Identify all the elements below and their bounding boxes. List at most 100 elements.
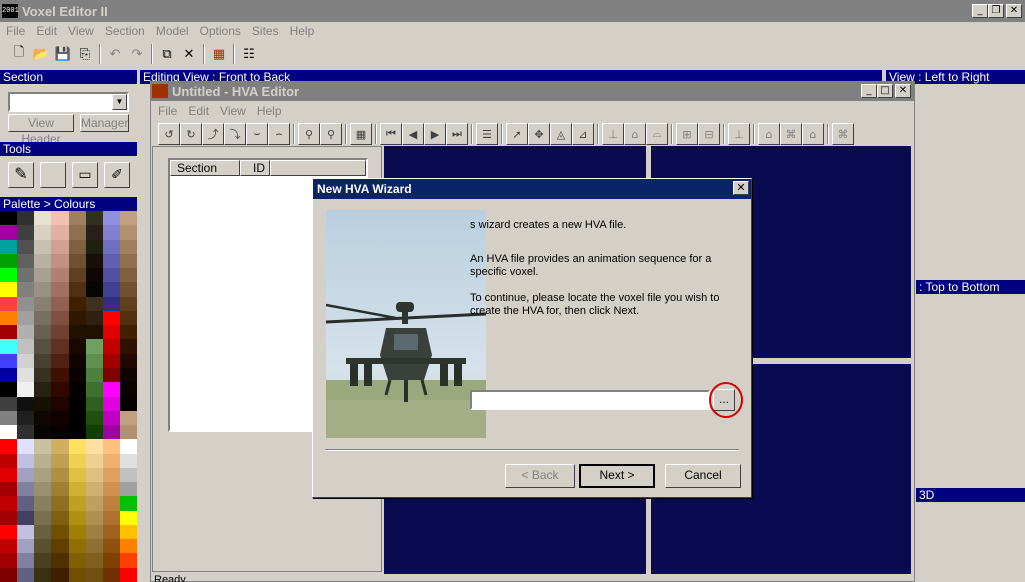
palette-swatch[interactable]: [68, 253, 86, 269]
palette-swatch[interactable]: [85, 268, 103, 283]
palette-swatch[interactable]: [68, 282, 86, 297]
palette-swatch[interactable]: [34, 325, 52, 340]
hva-menu-help[interactable]: Help: [257, 104, 282, 118]
palette-swatch[interactable]: [51, 496, 69, 511]
palette-swatch[interactable]: [102, 539, 120, 554]
palette-swatch[interactable]: [68, 353, 86, 368]
hva-close-button[interactable]: ✕: [895, 84, 911, 98]
palette-swatch[interactable]: [68, 296, 86, 311]
menu-model[interactable]: Model: [156, 24, 189, 38]
palette-swatch[interactable]: [102, 553, 120, 568]
palette-swatch[interactable]: [85, 410, 103, 426]
section-tool-1-icon[interactable]: ⊥: [602, 123, 624, 145]
palette-swatch[interactable]: [17, 510, 35, 525]
palette-swatch[interactable]: [0, 325, 18, 340]
palette-swatch[interactable]: [68, 510, 86, 525]
palette-swatch[interactable]: [119, 253, 137, 269]
palette-swatch[interactable]: [119, 325, 137, 340]
rotate-right-icon[interactable]: ↻: [180, 123, 202, 145]
turn-down-icon[interactable]: ⤵: [224, 123, 246, 145]
palette-swatch[interactable]: [51, 567, 69, 582]
palette-swatch[interactable]: [51, 253, 69, 269]
palette-swatch[interactable]: [85, 453, 103, 468]
palette-swatch[interactable]: [34, 425, 52, 440]
palette-swatch[interactable]: [0, 239, 18, 254]
hva-menu-edit[interactable]: Edit: [188, 104, 209, 118]
palette-swatch[interactable]: [0, 425, 18, 440]
palette-swatch[interactable]: [85, 510, 103, 525]
palette-swatch[interactable]: [68, 467, 86, 483]
palette-swatch[interactable]: [119, 467, 137, 483]
palette-swatch[interactable]: [102, 496, 120, 511]
copy-icon[interactable]: ⧉: [156, 43, 178, 65]
palette-swatch[interactable]: [34, 253, 52, 269]
palette-swatch[interactable]: [119, 239, 137, 254]
palette-swatch[interactable]: [17, 282, 35, 297]
palette-swatch[interactable]: [0, 496, 18, 511]
palette-swatch[interactable]: [0, 253, 18, 269]
palette-swatch[interactable]: [119, 524, 137, 540]
palette-swatch[interactable]: [0, 211, 18, 226]
palette-swatch[interactable]: [34, 225, 52, 240]
palette-swatch[interactable]: [68, 439, 86, 454]
palette-swatch[interactable]: [34, 510, 52, 525]
palette-swatch[interactable]: [17, 467, 35, 483]
palette-swatch[interactable]: [17, 553, 35, 568]
palette-swatch[interactable]: [51, 410, 69, 426]
palette-swatch[interactable]: [119, 425, 137, 440]
palette-swatch[interactable]: [0, 439, 18, 454]
properties-icon[interactable]: ☷: [238, 43, 260, 65]
palette-swatch[interactable]: [119, 396, 137, 411]
palette-swatch[interactable]: [85, 325, 103, 340]
rotate-left-icon[interactable]: ↺: [158, 123, 180, 145]
palette-swatch[interactable]: [102, 425, 120, 440]
palette-swatch[interactable]: [34, 367, 52, 383]
palette-swatch[interactable]: [34, 524, 52, 540]
palette-swatch[interactable]: [17, 396, 35, 411]
palette-swatch[interactable]: [102, 467, 120, 483]
palette-swatch[interactable]: [85, 439, 103, 454]
palette-swatch[interactable]: [34, 310, 52, 326]
palette-swatch[interactable]: [34, 382, 52, 397]
palette-tool-icon[interactable]: ▦: [208, 43, 230, 65]
palette-swatch[interactable]: [51, 539, 69, 554]
select-arrow-icon[interactable]: ➚: [506, 123, 528, 145]
palette-swatch[interactable]: [51, 325, 69, 340]
empty-tool-button[interactable]: [40, 162, 66, 188]
palette-swatch[interactable]: [102, 482, 120, 497]
palette-swatch[interactable]: [0, 310, 18, 326]
palette-swatch[interactable]: [0, 482, 18, 497]
palette-swatch[interactable]: [34, 467, 52, 483]
chevron-down-icon[interactable]: ▼: [112, 94, 127, 110]
menu-edit[interactable]: Edit: [36, 24, 57, 38]
palette-swatch[interactable]: [119, 567, 137, 582]
palette-swatch[interactable]: [0, 567, 18, 582]
move-icon[interactable]: ✥: [528, 123, 550, 145]
palette-swatch[interactable]: [68, 553, 86, 568]
section-tool-6-icon[interactable]: ⊥: [728, 123, 750, 145]
palette-swatch[interactable]: [85, 367, 103, 383]
palette-swatch[interactable]: [85, 524, 103, 540]
palette-swatch[interactable]: [17, 567, 35, 582]
palette-swatch[interactable]: [119, 410, 137, 426]
palette-swatch[interactable]: [17, 524, 35, 540]
dialog-close-button[interactable]: ✕: [733, 181, 749, 195]
palette-swatch[interactable]: [51, 453, 69, 468]
menu-sites[interactable]: Sites: [252, 24, 279, 38]
palette-swatch[interactable]: [34, 239, 52, 254]
palette-swatch[interactable]: [51, 382, 69, 397]
first-frame-icon[interactable]: ⏮: [380, 123, 402, 145]
palette-swatch[interactable]: [85, 310, 103, 326]
palette-swatch[interactable]: [68, 567, 86, 582]
palette-swatch[interactable]: [0, 396, 18, 411]
palette-swatch[interactable]: [85, 425, 103, 440]
pencil-tool-icon[interactable]: ✎: [8, 162, 34, 188]
scale-icon[interactable]: ◬: [550, 123, 572, 145]
palette-swatch[interactable]: [68, 425, 86, 440]
section-dropdown[interactable]: ▼: [8, 92, 129, 112]
palette-swatch[interactable]: [102, 353, 120, 368]
palette-swatch[interactable]: [85, 353, 103, 368]
palette-swatch[interactable]: [51, 282, 69, 297]
turn-up-icon[interactable]: ⤴: [202, 123, 224, 145]
palette-swatch[interactable]: [0, 410, 18, 426]
